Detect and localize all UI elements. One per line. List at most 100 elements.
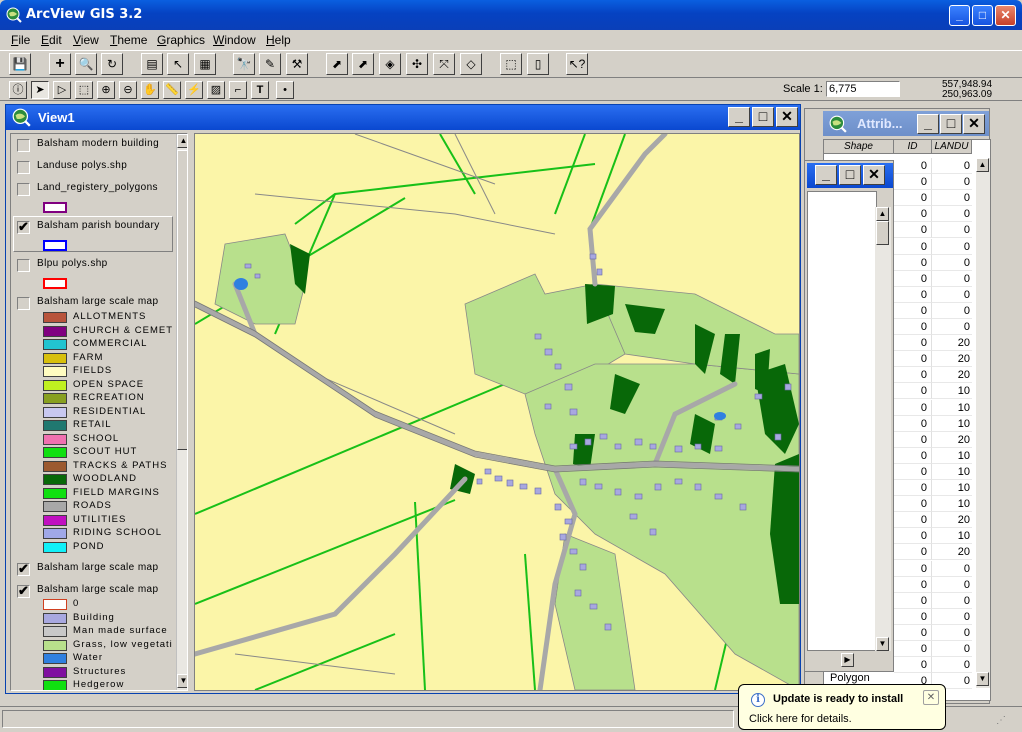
theme-visibility-checkbox[interactable] xyxy=(17,139,30,152)
id-cell[interactable]: 0 xyxy=(894,608,932,625)
landuse-cell[interactable]: 10 xyxy=(932,480,972,496)
id-cell[interactable]: 0 xyxy=(894,335,932,352)
table-scroll-up-button[interactable]: ▲ xyxy=(976,158,989,172)
theme-visibility-checkbox[interactable]: ✔ xyxy=(17,584,30,598)
id-cell[interactable]: 0 xyxy=(894,238,932,255)
save-button[interactable]: 💾 xyxy=(9,53,31,75)
id-cell[interactable]: 0 xyxy=(894,657,932,674)
update-notification-balloon[interactable]: i Update is ready to install Click here … xyxy=(738,684,946,730)
secondary-minimize-button[interactable]: _ xyxy=(815,165,837,185)
identify-button[interactable]: ⓘ xyxy=(9,81,27,99)
landuse-cell[interactable]: 20 xyxy=(932,351,972,368)
id-cell[interactable]: 0 xyxy=(894,528,932,545)
secondary-scroll-thumb[interactable] xyxy=(876,221,889,245)
id-cell[interactable]: 0 xyxy=(894,496,932,513)
id-cell[interactable]: 0 xyxy=(894,624,932,641)
landuse-cell[interactable]: 10 xyxy=(932,383,972,400)
table-maximize-button[interactable]: □ xyxy=(940,114,962,134)
view1-close-button[interactable]: ✕ xyxy=(776,107,798,127)
table-close-button[interactable]: ✕ xyxy=(963,114,985,134)
zoom-full-extent-button[interactable]: ⬈ xyxy=(326,53,348,75)
landuse-cell[interactable]: 20 xyxy=(932,512,972,529)
toc-scrollbar[interactable]: ▲ ▼ xyxy=(176,134,187,690)
id-cell[interactable]: 0 xyxy=(894,319,932,335)
area-of-interest-button[interactable]: ▨ xyxy=(207,81,225,99)
id-cell[interactable]: 0 xyxy=(894,463,932,480)
zoom-to-themes-button[interactable]: ⬈ xyxy=(352,53,374,75)
id-cell[interactable]: 0 xyxy=(894,158,932,174)
landuse-cell[interactable]: 0 xyxy=(932,303,972,319)
id-cell[interactable]: 0 xyxy=(894,592,932,609)
id-cell[interactable]: 0 xyxy=(894,302,932,319)
find-button[interactable]: 🔭 xyxy=(233,53,255,75)
id-cell[interactable]: 0 xyxy=(894,174,932,191)
notification-close-button[interactable]: ✕ xyxy=(923,690,939,705)
draw-point-button[interactable]: • xyxy=(276,81,294,99)
landuse-cell[interactable]: 20 xyxy=(932,367,972,384)
toc-scroll-up-button[interactable]: ▲ xyxy=(177,134,187,148)
landuse-cell[interactable]: 0 xyxy=(932,577,972,593)
id-cell[interactable]: 0 xyxy=(894,383,932,400)
landuse-cell[interactable]: 10 xyxy=(932,464,972,480)
zoom-out-fixed-button[interactable]: ⤧ xyxy=(433,53,455,75)
id-cell[interactable]: 0 xyxy=(894,367,932,384)
close-button[interactable]: ✕ xyxy=(995,5,1016,26)
table-scroll-down-button[interactable]: ▼ xyxy=(976,672,989,686)
select-tool-button[interactable]: ⬚ xyxy=(75,81,93,99)
select-all-button[interactable]: ⬚ xyxy=(500,53,522,75)
open-table-button[interactable]: ▤ xyxy=(141,53,163,75)
id-cell[interactable]: 0 xyxy=(894,512,932,529)
id-cell[interactable]: 0 xyxy=(894,190,932,207)
menu-help[interactable]: Help xyxy=(266,33,291,47)
landuse-cell[interactable]: 10 xyxy=(932,448,972,464)
id-cell[interactable]: 0 xyxy=(894,560,932,577)
map-display[interactable] xyxy=(194,133,800,691)
column-header-shape[interactable]: Shape xyxy=(824,140,894,154)
landuse-cell[interactable]: 0 xyxy=(932,255,972,271)
resize-grip-icon[interactable]: ⋰ xyxy=(996,715,1008,727)
menu-edit[interactable]: Edit xyxy=(41,33,62,47)
id-cell[interactable]: 0 xyxy=(894,399,932,416)
edit-legend-button[interactable]: ↻ xyxy=(101,53,123,75)
id-cell[interactable]: 0 xyxy=(894,415,932,432)
query-builder-button[interactable]: ▦ xyxy=(194,53,216,75)
map-canvas[interactable] xyxy=(195,134,799,690)
theme-visibility-checkbox[interactable] xyxy=(17,183,30,196)
landuse-cell[interactable]: 0 xyxy=(932,190,972,207)
view1-maximize-button[interactable]: □ xyxy=(752,107,774,127)
zoom-out-button[interactable]: ⊖ xyxy=(119,81,137,99)
theme-name[interactable]: Landuse polys.shp xyxy=(37,160,127,171)
select-feature-button[interactable]: ↖ xyxy=(167,53,189,75)
theme-visibility-checkbox[interactable] xyxy=(17,161,30,174)
secondary-maximize-button[interactable]: □ xyxy=(839,165,861,185)
zoom-in-fixed-button[interactable]: ✣ xyxy=(406,53,428,75)
menu-window[interactable]: Window xyxy=(213,33,256,47)
landuse-cell[interactable]: 10 xyxy=(932,416,972,432)
landuse-cell[interactable]: 20 xyxy=(932,335,972,352)
landuse-cell[interactable]: 0 xyxy=(932,657,972,674)
theme-visibility-checkbox[interactable]: ✔ xyxy=(17,562,30,576)
id-cell[interactable]: 0 xyxy=(894,286,932,303)
secondary-window[interactable]: _ □ ✕ ▲ ▼ ▶ xyxy=(804,160,894,672)
id-cell[interactable]: 0 xyxy=(894,447,932,464)
secondary-close-button[interactable]: ✕ xyxy=(863,165,885,185)
secondary-scroll-right-button[interactable]: ▶ xyxy=(841,653,854,667)
id-cell[interactable]: 0 xyxy=(894,480,932,496)
id-cell[interactable]: 0 xyxy=(894,544,932,561)
vertex-edit-button[interactable]: ▷ xyxy=(53,81,71,99)
view1-title-bar[interactable]: View1 _ □ ✕ xyxy=(6,105,800,130)
view1-minimize-button[interactable]: _ xyxy=(728,107,750,127)
table-of-contents[interactable]: Balsham modern building Landuse polys.shp… xyxy=(10,133,188,691)
id-cell[interactable]: 0 xyxy=(894,431,932,448)
notification-details-link[interactable]: Click here for details. xyxy=(749,713,852,725)
toc-scroll-thumb[interactable] xyxy=(177,150,187,450)
id-cell[interactable]: 0 xyxy=(894,222,932,239)
hotlink-tool-button[interactable]: ⚡ xyxy=(185,81,203,99)
scale-input[interactable]: 6,775 xyxy=(826,81,900,97)
column-header-id[interactable]: ID xyxy=(894,140,932,154)
secondary-window-body[interactable] xyxy=(807,191,877,651)
landuse-cell[interactable]: 0 xyxy=(932,625,972,641)
theme-name[interactable]: Balsham large scale map xyxy=(37,562,158,573)
id-cell[interactable]: 0 xyxy=(894,351,932,368)
theme-name[interactable]: Balsham large scale map xyxy=(37,584,158,595)
